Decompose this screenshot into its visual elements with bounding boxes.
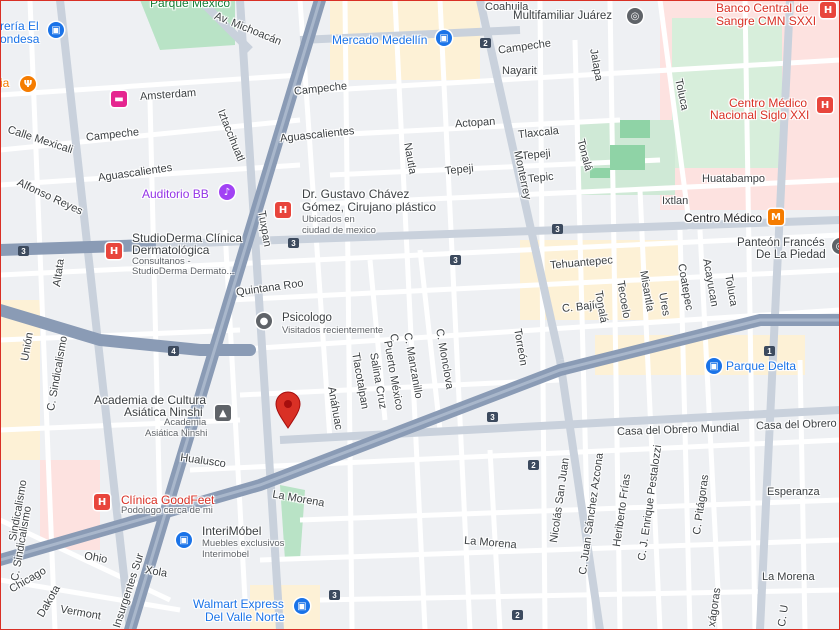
route-shield: 3: [329, 590, 340, 600]
hospital-icon[interactable]: H: [817, 97, 833, 113]
route-shield: 3: [487, 412, 498, 422]
route-shield: 1: [764, 346, 775, 356]
place-sub-interimobel-2: Interimobel: [202, 549, 249, 560]
music-note-icon[interactable]: ♪: [219, 184, 235, 200]
street-label-ixtlan: Ixtlan: [662, 195, 689, 207]
place-label-studioderma-line2[interactable]: Dermatológica: [132, 244, 209, 257]
street-label-nayarit: Nayarit: [502, 65, 537, 77]
hospital-icon[interactable]: H: [820, 2, 836, 18]
shopping-bag-icon[interactable]: ▣: [294, 598, 310, 614]
place-label-restaurant-partial[interactable]: ia: [0, 77, 9, 90]
place-label-panteon-line2[interactable]: De La Piedad: [756, 249, 826, 261]
route-shield: 2: [512, 610, 523, 620]
restaurant-icon[interactable]: Ψ: [20, 76, 36, 92]
place-sub-studioderma-2: StudioDerma Dermato...: [132, 266, 235, 277]
place-label-psicologo[interactable]: Psicologo: [282, 312, 332, 324]
route-shield: 4: [168, 346, 179, 356]
place-sub-academia-1: Academia: [164, 417, 207, 428]
route-shield: 3: [552, 224, 563, 234]
school-cap-icon[interactable]: ▲: [215, 405, 231, 421]
place-label-walmart-line1[interactable]: Walmart Express: [193, 598, 284, 611]
place-label-centro-medico-line2[interactable]: Nacional Siglo XXI: [710, 109, 809, 122]
hospital-icon[interactable]: H: [106, 243, 122, 259]
street-label-la-morena-east: La Morena: [762, 571, 815, 583]
shopping-bag-icon[interactable]: ▣: [48, 22, 64, 38]
shopping-bag-icon[interactable]: ▣: [176, 532, 192, 548]
route-shield: 3: [450, 255, 461, 265]
recent-place-icon[interactable]: ●: [256, 313, 272, 329]
place-label-floreria-line1[interactable]: rería El: [0, 20, 39, 33]
place-label-gustavo-line1[interactable]: Dr. Gustavo Chávez: [302, 188, 409, 201]
route-shield: 3: [18, 246, 29, 256]
route-shield: 2: [480, 38, 491, 48]
place-sub-academia-2: Asiática Ninshi: [145, 428, 208, 439]
place-label-walmart-line2[interactable]: Del Valle Norte: [205, 611, 285, 624]
place-label-floreria-line2[interactable]: ondesa: [0, 33, 39, 46]
place-label-banco-line2[interactable]: Sangre CMN SXXI: [716, 15, 816, 28]
hotel-bed-icon[interactable]: ▬: [111, 91, 127, 107]
street-label-huatabampo: Huatabampo: [702, 173, 765, 185]
place-sub-psicologo: Visitados recientemente: [282, 325, 384, 336]
place-label-mercado-medellin[interactable]: Mercado Medellín: [332, 34, 427, 47]
medical-campus-green: [672, 18, 782, 168]
location-pin[interactable]: [275, 391, 301, 429]
hospital-icon[interactable]: H: [94, 494, 110, 510]
place-label-banco-line1[interactable]: Banco Central de: [716, 2, 809, 15]
place-sub-interimobel-1: Muebles exclusivos: [202, 538, 285, 549]
metro-station-icon[interactable]: M: [768, 209, 784, 225]
place-label-auditorio-bb[interactable]: Auditorio BB: [142, 188, 209, 201]
place-label-parque-mexico[interactable]: Parque México: [150, 0, 230, 10]
street-label-esperanza: Esperanza: [767, 486, 820, 498]
map-canvas[interactable]: Coahuila Campeche Nayarit Campeche Campe…: [0, 0, 840, 630]
hospital-icon[interactable]: H: [275, 202, 291, 218]
place-label-centro-medico-metro[interactable]: Centro Médico: [684, 212, 762, 225]
shopping-bag-icon[interactable]: ▣: [436, 30, 452, 46]
landmark-icon[interactable]: ◎: [627, 8, 643, 24]
place-label-panteon-line1[interactable]: Panteón Francés: [737, 237, 825, 249]
place-label-multifamiliar[interactable]: Multifamiliar Juárez: [513, 10, 612, 22]
place-sub-gustavo-2: ciudad de mexico: [302, 225, 376, 236]
place-sub-goodfeet: Podologo cerca de mi: [121, 505, 213, 516]
route-shield: 2: [528, 460, 539, 470]
place-sub-gustavo-1: Ubicados en: [302, 214, 355, 225]
route-shield: 3: [288, 238, 299, 248]
shopping-bag-icon[interactable]: ▣: [706, 358, 722, 374]
place-label-parque-delta[interactable]: Parque Delta: [726, 360, 796, 373]
place-label-gustavo-line2[interactable]: Gómez, Cirujano plástico: [302, 201, 436, 214]
place-label-interimobel[interactable]: InteriMóbel: [202, 525, 261, 538]
